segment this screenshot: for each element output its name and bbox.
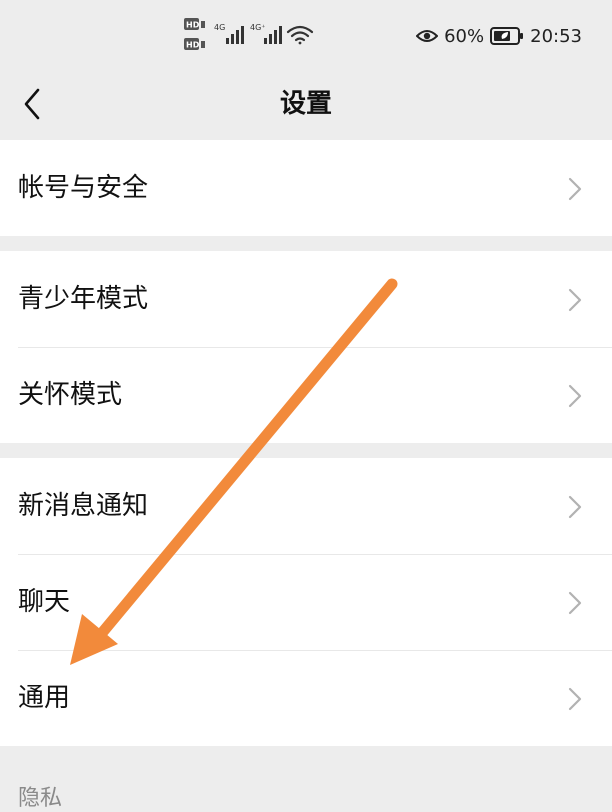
hd-badge-icon: HD	[184, 18, 205, 30]
settings-item-label: 青少年模式	[18, 284, 149, 314]
settings-item-label: 新消息通知	[18, 491, 149, 521]
settings-item-new-message-notification[interactable]: 新消息通知	[0, 458, 612, 554]
eye-icon	[416, 30, 439, 42]
signal-1-label: 4G	[214, 23, 225, 32]
settings-group-modes: 青少年模式 关怀模式	[0, 251, 612, 443]
section-label-privacy: 隐私	[18, 786, 63, 811]
page-title: 设置	[279, 89, 332, 119]
settings-item-chat[interactable]: 聊天	[0, 554, 612, 650]
chevron-right-icon	[568, 495, 582, 519]
settings-item-care-mode[interactable]: 关怀模式	[0, 347, 612, 443]
battery-percent: 60%	[444, 25, 485, 47]
chevron-right-icon	[568, 687, 582, 711]
status-signal-indicators: HD HD 4G 4G⁺	[184, 18, 320, 54]
status-bar: HD HD 4G 4G⁺ 60% 20:53	[0, 0, 612, 68]
status-time: 20:53	[530, 25, 582, 47]
settings-item-label: 聊天	[18, 587, 71, 617]
settings-group-messaging: 新消息通知 聊天 通用	[0, 458, 612, 746]
wifi-icon	[286, 25, 314, 45]
settings-item-account-security[interactable]: 帐号与安全	[0, 140, 612, 236]
chevron-right-icon	[568, 288, 582, 312]
chevron-right-icon	[568, 177, 582, 201]
settings-item-teen-mode[interactable]: 青少年模式	[0, 251, 612, 347]
settings-item-general[interactable]: 通用	[0, 650, 612, 746]
settings-item-label: 关怀模式	[18, 380, 123, 410]
signal-2-label: 4G⁺	[250, 23, 266, 32]
signal-bars-icon-2	[264, 26, 282, 44]
hd-badge-icon-2: HD	[184, 38, 205, 50]
settings-item-label: 通用	[18, 683, 71, 713]
settings-item-label: 帐号与安全	[18, 173, 149, 203]
svg-text:HD: HD	[186, 41, 200, 50]
nav-bar: 设置	[0, 68, 612, 140]
signal-bars-icon	[226, 26, 244, 44]
status-right-group: 60% 20:53	[416, 22, 582, 50]
settings-group-account: 帐号与安全	[0, 140, 612, 236]
battery-icon	[490, 27, 524, 45]
chevron-right-icon	[568, 384, 582, 408]
chevron-right-icon	[568, 591, 582, 615]
svg-text:HD: HD	[186, 21, 200, 30]
